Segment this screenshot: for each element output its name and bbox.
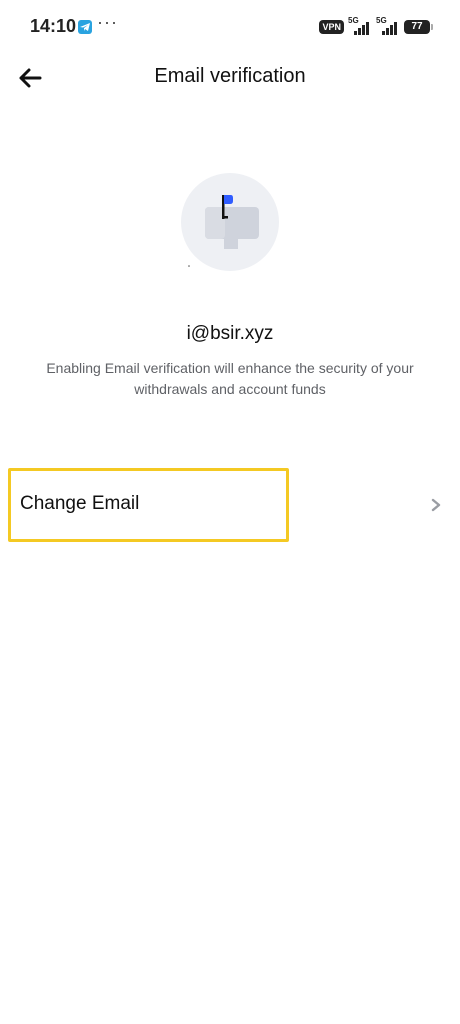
status-indicators: VPN 5G 5G 77 [319, 16, 433, 35]
signal-icon: 5G [348, 16, 372, 35]
change-email-row[interactable]: Change Email [0, 466, 460, 544]
more-notifications-icon: ··· [97, 12, 118, 32]
telegram-icon [78, 20, 92, 34]
change-email-label: Change Email [20, 493, 140, 514]
page-title: Email verification [154, 65, 306, 87]
security-description: Enabling Email verification will enhance… [46, 360, 414, 397]
battery-level: 77 [411, 21, 423, 32]
top-app-bar: Email verification [0, 56, 460, 100]
email-address: i@bsir.xyz [186, 323, 274, 344]
vpn-badge: VPN [319, 20, 344, 34]
email-verification-screen: 14:10 ··· VPN 5G 5G 77 Email verificatio… [0, 0, 460, 1024]
status-bar: 14:10 ··· VPN 5G 5G 77 [0, 0, 460, 56]
signal-icon: 5G [376, 16, 400, 35]
chevron-right-icon [431, 498, 441, 512]
status-time: 14:10 [30, 16, 77, 36]
battery-icon: 77 [404, 20, 433, 34]
mailbox-icon [181, 173, 279, 271]
